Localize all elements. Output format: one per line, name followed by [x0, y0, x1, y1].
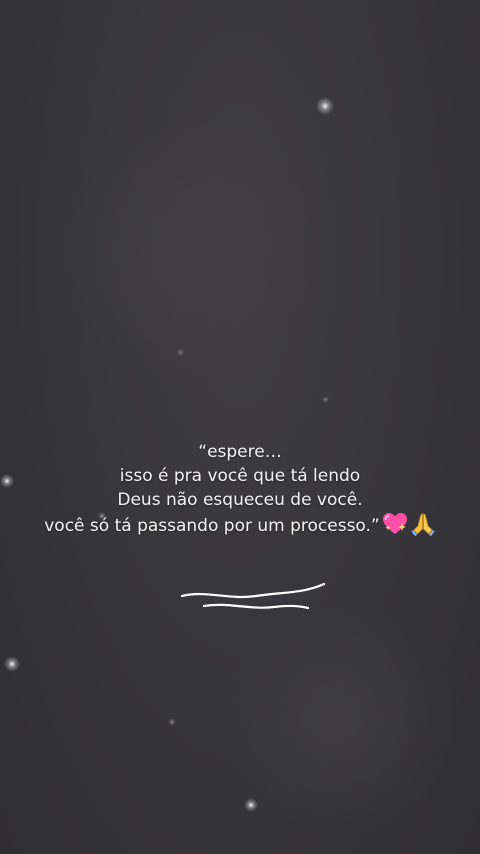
bokeh-light [322, 396, 329, 403]
quote-line-4-wrap: você só tá passando por um processo.” [0, 512, 480, 538]
sparkling-heart-icon [382, 513, 407, 534]
bokeh-light [316, 97, 334, 115]
folded-hands-icon [411, 513, 435, 536]
bokeh-light [244, 798, 258, 812]
bokeh-light [168, 718, 176, 726]
quote-line-4: você só tá passando por um processo.” [44, 516, 380, 536]
quote-line-2: isso é pra você que tá lendo [119, 466, 361, 486]
bokeh-light [4, 656, 20, 672]
bokeh-light [176, 348, 185, 357]
quote-line-3: Deus não esqueceu de você. [117, 490, 363, 510]
background-haze [60, 120, 320, 380]
quote-text: “espere… isso é pra você que tá lendo De… [0, 440, 480, 538]
wavy-lines-icon [180, 582, 326, 610]
quote-line-1: “espere… [198, 442, 282, 462]
